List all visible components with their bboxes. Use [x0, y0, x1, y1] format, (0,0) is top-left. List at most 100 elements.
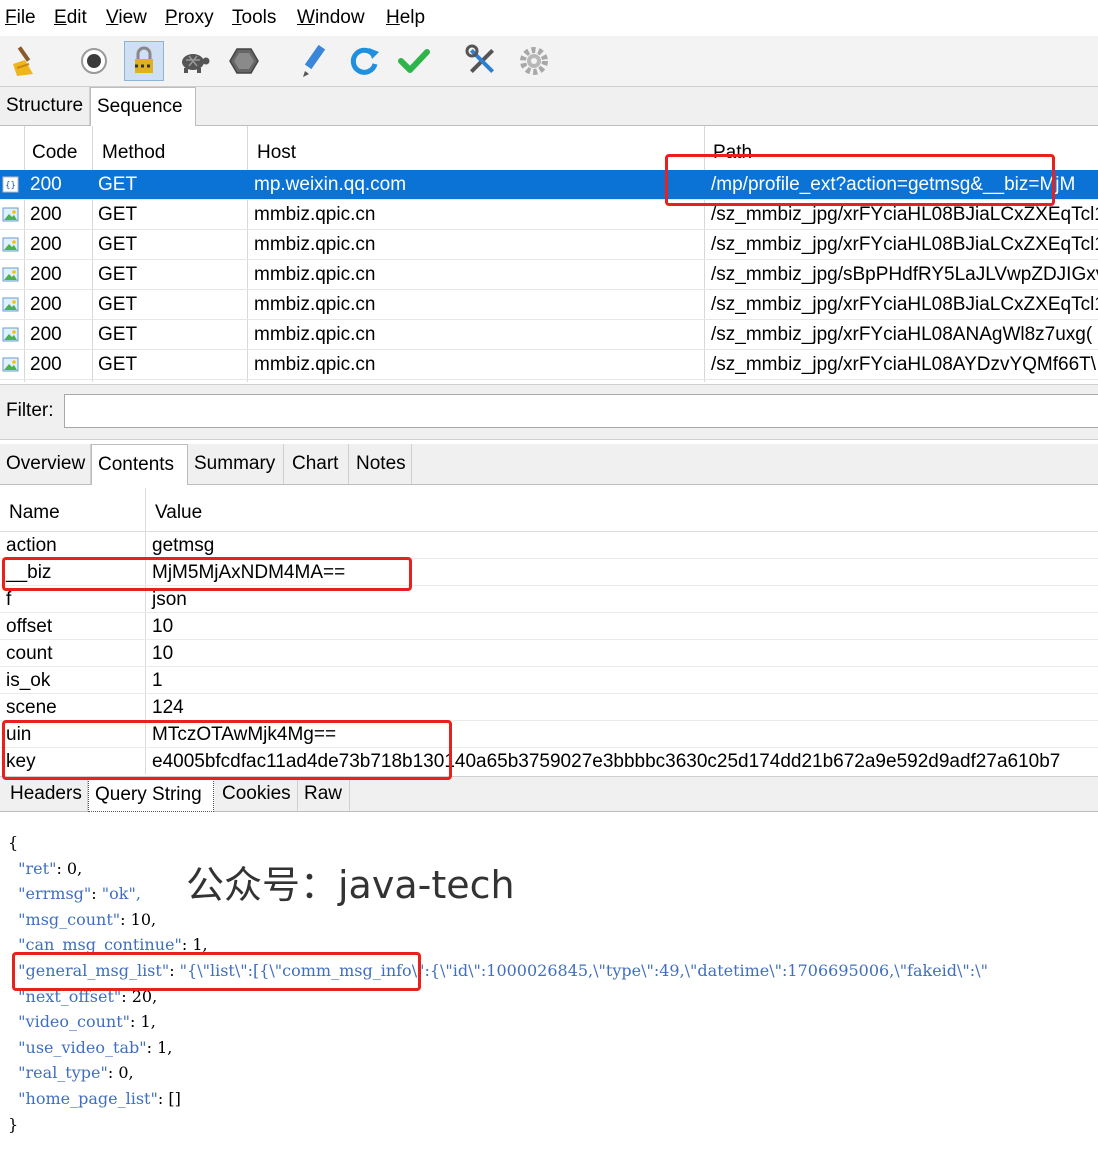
- tab-notes[interactable]: Notes: [350, 444, 412, 484]
- table-row[interactable]: 200 GET mmbiz.qpic.cn/sz_mmbiz_jpg/xrFYcia…: [0, 230, 1098, 260]
- param-value: 124: [152, 697, 184, 718]
- param-row[interactable]: key e4005bfcdfac11ad4de73b718b130140a65b3…: [0, 748, 1098, 774]
- param-row[interactable]: is_ok 1: [0, 667, 1098, 694]
- params-header-name[interactable]: Name: [9, 498, 60, 528]
- table-row[interactable]: {} 200 GET mp.weixin.qq.com/mp/profile_ext?…: [0, 170, 1098, 200]
- json-value: "{\"list\":[{\"comm_msg_info\":{\"id\":1…: [179, 961, 988, 980]
- table-row[interactable]: 200 GET mmbiz.qpic.cn/sz_mmbiz_jpg/xrFYcia…: [0, 200, 1098, 230]
- param-row[interactable]: action getmsg: [0, 532, 1098, 559]
- table-cell-method: GET: [98, 204, 138, 225]
- filter-label: Filter:: [6, 400, 54, 421]
- param-row[interactable]: uin MTczOTAwMjk4Mg==: [0, 721, 1098, 748]
- turtle-icon[interactable]: [174, 41, 214, 81]
- param-name: offset: [6, 616, 53, 637]
- tab-query-string[interactable]: Query String: [88, 777, 214, 812]
- param-value: 10: [152, 643, 174, 664]
- pen-icon[interactable]: [294, 41, 334, 81]
- json-response-pane[interactable]: { "ret": 0, "errmsg": "ok", "msg_count":…: [0, 820, 1098, 1155]
- tab-summary[interactable]: Summary: [188, 444, 284, 484]
- param-row[interactable]: offset 10: [0, 613, 1098, 640]
- tab-sequence-label: Sequence: [97, 96, 183, 117]
- param-row[interactable]: __biz MjM5MjAxNDM4MA==: [0, 559, 1098, 586]
- table-row[interactable]: 200 GET mmbiz.qpic.cn/sz_mmbiz_jpg/xrFYcia…: [0, 290, 1098, 320]
- param-row[interactable]: scene 124: [0, 694, 1098, 721]
- tab-cookies[interactable]: Cookies: [216, 777, 298, 811]
- table-cell-host: mmbiz.qpic.cn: [254, 294, 376, 315]
- hexagon-stop-icon[interactable]: [224, 41, 264, 81]
- table-row[interactable]: [0, 380, 1098, 382]
- image-file-icon: [2, 266, 19, 283]
- menu-help[interactable]: Help: [386, 7, 425, 29]
- param-name: scene: [6, 697, 57, 718]
- tools-icon[interactable]: [462, 41, 502, 81]
- tab-headers[interactable]: Headers: [4, 777, 88, 811]
- query-params-table: Name Value action getmsg __biz MjM5MjAxNDM4…: [0, 488, 1098, 774]
- menu-window[interactable]: Window: [297, 7, 365, 29]
- json-value: 10,: [130, 909, 157, 929]
- param-name: f: [6, 589, 12, 610]
- table-cell-path: /sz_mmbiz_jpg/xrFYciaHL08ANAgWl8z7uxg(: [711, 324, 1093, 345]
- tab-structure[interactable]: Structure: [0, 87, 90, 125]
- table-cell-method: GET: [98, 234, 138, 255]
- json-value: 1,: [157, 1037, 173, 1057]
- table-cell-path: /mp/profile_ext?action=getmsg&__biz=MjM: [711, 174, 1076, 195]
- check-icon[interactable]: [394, 41, 434, 81]
- column-header-method[interactable]: Method: [102, 126, 165, 170]
- params-header-value[interactable]: Value: [155, 498, 202, 528]
- record-icon[interactable]: [74, 41, 114, 81]
- json-separator: :: [91, 884, 102, 904]
- table-cell-host: mmbiz.qpic.cn: [254, 264, 376, 285]
- json-value: []: [168, 1089, 181, 1108]
- menu-proxy[interactable]: Proxy: [165, 7, 214, 29]
- tab-raw[interactable]: Raw: [298, 777, 350, 811]
- json-line: "msg_count": 10,: [8, 909, 156, 931]
- json-value: }: [8, 1114, 19, 1134]
- param-row[interactable]: f json: [0, 586, 1098, 613]
- ssl-lock-icon[interactable]: [124, 41, 164, 81]
- table-row[interactable]: 200 GET mmbiz.qpic.cn/sz_mmbiz_jpg/sBpPHdf…: [0, 260, 1098, 290]
- refresh-icon[interactable]: [344, 41, 384, 81]
- menu-tools[interactable]: Tools: [232, 7, 276, 29]
- content-tabstrip: Headers Query String Cookies Raw: [0, 776, 1098, 812]
- menu-file[interactable]: File: [5, 7, 36, 29]
- param-name: key: [6, 751, 36, 772]
- table-cell-code: 200: [30, 174, 62, 195]
- tab-sequence[interactable]: Sequence: [90, 87, 196, 126]
- broom-icon[interactable]: [4, 41, 44, 81]
- tab-overview[interactable]: Overview: [0, 444, 91, 484]
- json-separator: :: [157, 1089, 169, 1108]
- json-separator: :: [121, 986, 132, 1006]
- column-header-code[interactable]: Code: [32, 126, 77, 170]
- svg-text:{}: {}: [5, 181, 16, 191]
- json-key: "general_msg_list": [18, 961, 170, 980]
- filter-input[interactable]: [64, 394, 1098, 428]
- column-header-path[interactable]: Path: [713, 126, 752, 170]
- json-line: "errmsg": "ok",: [8, 883, 141, 905]
- json-key: "real_type": [18, 1063, 108, 1083]
- table-cell-code: 200: [30, 354, 62, 375]
- menu-edit[interactable]: Edit: [54, 7, 87, 29]
- param-value: MTczOTAwMjk4Mg==: [152, 724, 337, 745]
- menu-view[interactable]: View: [106, 7, 147, 29]
- tab-chart[interactable]: Chart: [286, 444, 349, 484]
- table-cell-host: mmbiz.qpic.cn: [254, 234, 376, 255]
- param-name: count: [6, 643, 53, 664]
- table-row[interactable]: 200 GET mmbiz.qpic.cn/sz_mmbiz_jpg/xrFYcia…: [0, 320, 1098, 350]
- tab-contents[interactable]: Contents: [91, 444, 188, 485]
- json-line: "use_video_tab": 1,: [8, 1037, 172, 1059]
- json-line: "ret": 0,: [8, 858, 82, 880]
- gear-icon[interactable]: [514, 41, 554, 81]
- column-header-host[interactable]: Host: [257, 126, 296, 170]
- table-cell-method: GET: [98, 354, 138, 375]
- param-row[interactable]: count 10: [0, 640, 1098, 667]
- table-row[interactable]: 200 GET mmbiz.qpic.cn/sz_mmbiz_jpg/xrFYcia…: [0, 350, 1098, 380]
- json-line: "real_type": 0,: [8, 1062, 133, 1084]
- json-line: "can_msg_continue": 1,: [8, 934, 207, 956]
- param-value: MjM5MjAxNDM4MA==: [152, 562, 346, 583]
- tab-cookies-label: Cookies: [222, 783, 291, 804]
- param-value: 1: [152, 670, 163, 691]
